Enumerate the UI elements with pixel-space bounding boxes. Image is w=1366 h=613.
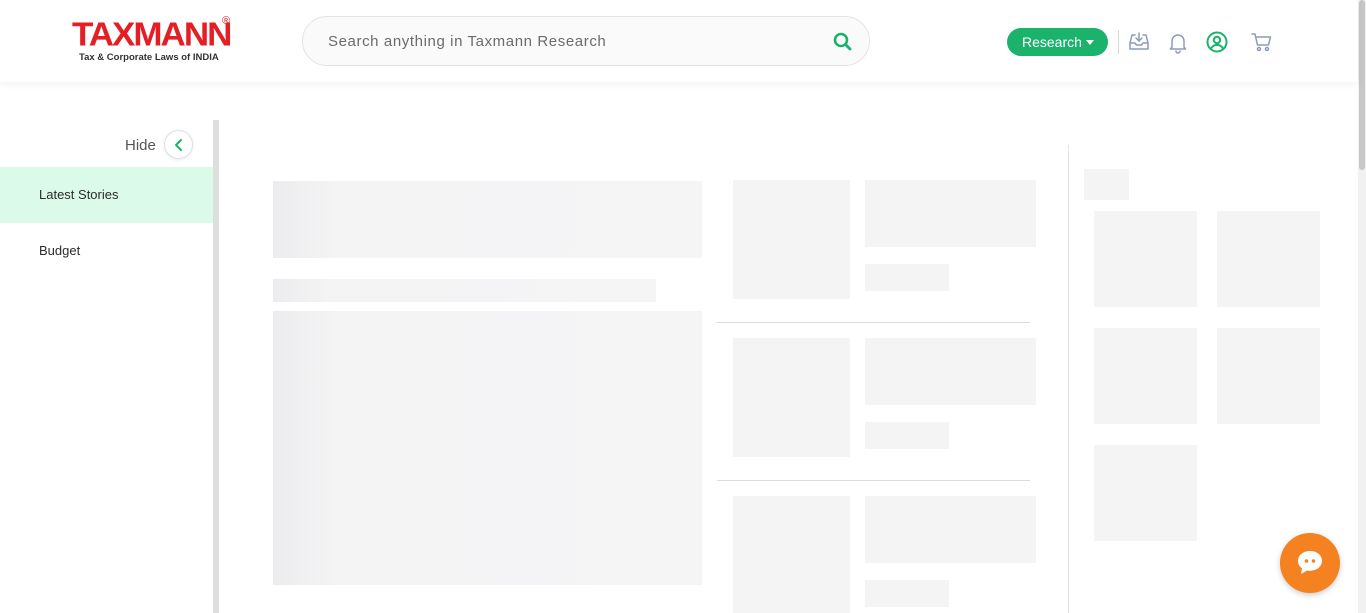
chat-bubble-icon xyxy=(1298,551,1322,574)
story-divider xyxy=(717,480,1030,481)
inbox-download-icon[interactable] xyxy=(1127,30,1151,54)
sidebar-item-label: Latest Stories xyxy=(39,187,119,202)
skeleton-featured-meta xyxy=(273,279,656,302)
hide-sidebar-button[interactable] xyxy=(164,130,193,159)
chat-button[interactable] xyxy=(1280,533,1340,593)
research-dropdown-button[interactable]: Research xyxy=(1007,28,1108,56)
bell-icon[interactable] xyxy=(1166,30,1190,54)
skeleton-featured-title xyxy=(273,181,702,258)
skeleton-tile xyxy=(1217,328,1320,424)
right-column-divider xyxy=(1068,145,1069,613)
page-scrollbar[interactable] xyxy=(1358,0,1366,613)
scrollbar-thumb[interactable] xyxy=(1359,0,1365,170)
user-circle-icon[interactable] xyxy=(1205,30,1229,54)
story-divider xyxy=(717,322,1030,323)
skeleton-story-title xyxy=(865,180,1036,247)
research-label: Research xyxy=(1022,34,1082,50)
top-header: TAXMANN ® Tax & Corporate Laws of INDIA … xyxy=(0,0,1358,82)
search-bar[interactable]: Search anything in Taxmann Research xyxy=(302,16,870,66)
caret-down-icon xyxy=(1086,40,1094,45)
sidebar-item-budget[interactable]: Budget xyxy=(0,223,213,279)
skeleton-tile xyxy=(1094,445,1197,541)
skeleton-story-title xyxy=(865,338,1036,405)
logo-tagline: Tax & Corporate Laws of INDIA xyxy=(79,52,219,63)
chevron-left-icon xyxy=(175,139,182,151)
sidebar-border xyxy=(213,120,219,613)
skeleton-tile xyxy=(1094,328,1197,424)
logo-registered-mark: ® xyxy=(222,15,231,27)
skeleton-tile xyxy=(1094,211,1197,307)
skeleton-tile xyxy=(1217,211,1320,307)
skeleton-story-thumb xyxy=(733,338,850,457)
skeleton-featured-image xyxy=(273,311,702,585)
sidebar-item-label: Budget xyxy=(39,243,81,258)
skeleton-story-meta xyxy=(865,264,949,291)
skeleton-story-meta xyxy=(865,580,949,607)
logo-wordmark: TAXMANN xyxy=(72,16,232,54)
cart-icon[interactable] xyxy=(1250,30,1274,54)
header-divider xyxy=(1118,30,1119,54)
search-input[interactable]: Search anything in Taxmann Research xyxy=(328,33,606,50)
skeleton-story-thumb xyxy=(733,180,850,299)
left-sidebar: Hide Latest Stories Budget xyxy=(0,120,213,613)
sidebar-item-latest-stories[interactable]: Latest Stories xyxy=(0,167,213,223)
skeleton-story-thumb xyxy=(733,496,850,613)
skeleton-story-meta xyxy=(865,422,949,449)
hide-label[interactable]: Hide xyxy=(125,137,156,154)
search-icon[interactable] xyxy=(833,32,853,52)
skeleton-section-heading xyxy=(1084,169,1129,200)
skeleton-story-title xyxy=(865,496,1036,563)
taxmann-logo[interactable]: TAXMANN ® Tax & Corporate Laws of INDIA xyxy=(72,15,237,67)
